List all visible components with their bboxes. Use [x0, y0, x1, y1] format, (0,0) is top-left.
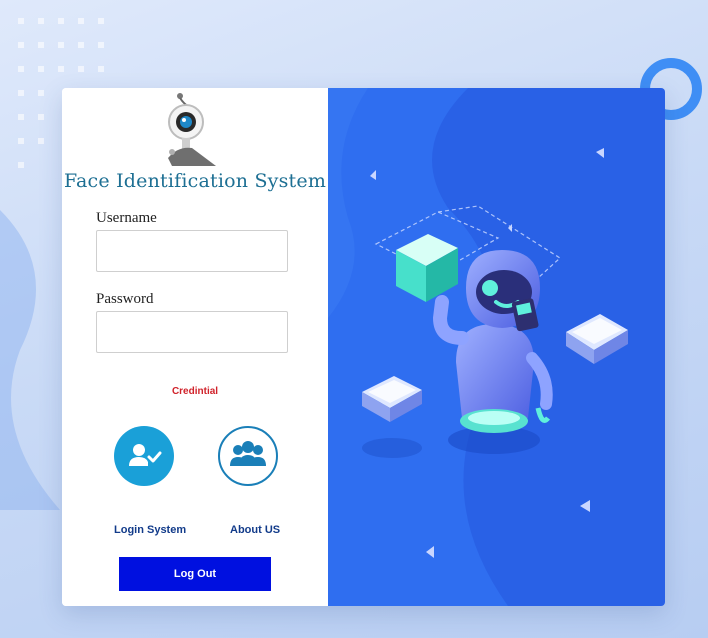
group-icon — [230, 441, 266, 466]
user-check-icon — [129, 444, 162, 466]
username-input[interactable] — [96, 230, 288, 272]
credential-message: Credintial — [171, 386, 219, 397]
login-system-label[interactable]: Login System — [114, 524, 186, 536]
login-panel: Face Identification System Username Pass… — [62, 88, 328, 606]
about-us-label[interactable]: About US — [230, 524, 280, 536]
app-title: Face Identification System — [63, 170, 327, 192]
about-us-button[interactable] — [218, 426, 278, 486]
password-label: Password — [96, 291, 154, 307]
robot-illustration — [328, 88, 665, 606]
illustration-panel — [328, 88, 665, 606]
password-input[interactable] — [96, 311, 288, 353]
login-system-button[interactable] — [114, 426, 174, 486]
webcam-icon — [168, 93, 216, 166]
login-card: Face Identification System Username Pass… — [62, 88, 665, 606]
username-label: Username — [96, 210, 157, 226]
log-out-button[interactable]: Log Out — [119, 557, 271, 591]
